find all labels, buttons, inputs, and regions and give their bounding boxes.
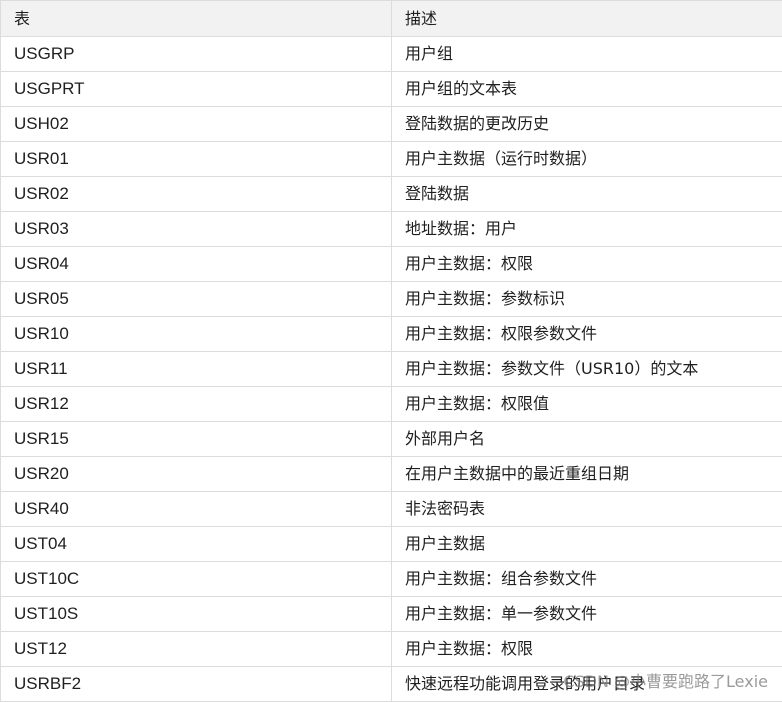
table-row: UST12 用户主数据：权限 bbox=[0, 631, 782, 667]
table-row: USR12 用户主数据：权限值 bbox=[0, 386, 782, 422]
description-cell: 快速远程功能调用登录的用户目录 bbox=[391, 666, 782, 702]
description-cell: 用户组的文本表 bbox=[391, 71, 782, 107]
table-name-cell: UST12 bbox=[0, 631, 392, 667]
table-row: USR20 在用户主数据中的最近重组日期 bbox=[0, 456, 782, 492]
description-cell: 用户主数据（运行时数据） bbox=[391, 141, 782, 177]
table-row: USRBF2 快速远程功能调用登录的用户目录 bbox=[0, 666, 782, 702]
description-cell: 用户主数据：权限值 bbox=[391, 386, 782, 422]
description-cell: 用户主数据：参数文件（USR10）的文本 bbox=[391, 351, 782, 387]
sap-user-tables: 表 描述 USGRP 用户组 USGPRT 用户组的文本表 USH02 登陆数据的更改历史… bbox=[0, 0, 782, 702]
table-row: USR02 登陆数据 bbox=[0, 176, 782, 212]
table-name-cell: USGPRT bbox=[0, 71, 392, 107]
table-name-cell: USR01 bbox=[0, 141, 392, 177]
description-cell: 用户主数据：权限参数文件 bbox=[391, 316, 782, 352]
table-row: USR03 地址数据：用户 bbox=[0, 211, 782, 247]
description-cell: 用户主数据：参数标识 bbox=[391, 281, 782, 317]
table-row: USR11 用户主数据：参数文件（USR10）的文本 bbox=[0, 351, 782, 387]
table-row: UST10C 用户主数据：组合参数文件 bbox=[0, 561, 782, 597]
table-name-cell: UST10S bbox=[0, 596, 392, 632]
description-cell: 非法密码表 bbox=[391, 491, 782, 527]
description-cell: 用户主数据：组合参数文件 bbox=[391, 561, 782, 597]
table-name-cell: USR12 bbox=[0, 386, 392, 422]
description-cell: 外部用户名 bbox=[391, 421, 782, 457]
table-container: 表 描述 USGRP 用户组 USGPRT 用户组的文本表 USH02 登陆数据的更改历史… bbox=[0, 0, 782, 702]
table-header-row: 表 描述 bbox=[0, 0, 782, 37]
table-row: USH02 登陆数据的更改历史 bbox=[0, 106, 782, 142]
table-name-cell: USR11 bbox=[0, 351, 392, 387]
table-name-cell: USR02 bbox=[0, 176, 392, 212]
description-cell: 用户主数据：单一参数文件 bbox=[391, 596, 782, 632]
description-cell: 地址数据：用户 bbox=[391, 211, 782, 247]
table-row: UST10S 用户主数据：单一参数文件 bbox=[0, 596, 782, 632]
table-row: USGPRT 用户组的文本表 bbox=[0, 71, 782, 107]
description-cell: 用户组 bbox=[391, 36, 782, 72]
table-row: USGRP 用户组 bbox=[0, 36, 782, 72]
table-name-cell: UST04 bbox=[0, 526, 392, 562]
table-row: USR15 外部用户名 bbox=[0, 421, 782, 457]
table-name-cell: USRBF2 bbox=[0, 666, 392, 702]
table-name-cell: USR10 bbox=[0, 316, 392, 352]
table-name-cell: USR40 bbox=[0, 491, 392, 527]
description-cell: 用户主数据 bbox=[391, 526, 782, 562]
table-name-cell: USR04 bbox=[0, 246, 392, 282]
description-cell: 在用户主数据中的最近重组日期 bbox=[391, 456, 782, 492]
column-header-description: 描述 bbox=[391, 0, 782, 37]
table-row: USR04 用户主数据：权限 bbox=[0, 246, 782, 282]
table-row: USR01 用户主数据（运行时数据） bbox=[0, 141, 782, 177]
description-cell: 用户主数据：权限 bbox=[391, 631, 782, 667]
table-row: USR40 非法密码表 bbox=[0, 491, 782, 527]
table-name-cell: USH02 bbox=[0, 106, 392, 142]
table-row: USR10 用户主数据：权限参数文件 bbox=[0, 316, 782, 352]
table-row: UST04 用户主数据 bbox=[0, 526, 782, 562]
column-header-table: 表 bbox=[0, 0, 392, 37]
description-cell: 用户主数据：权限 bbox=[391, 246, 782, 282]
table-body: USGRP 用户组 USGPRT 用户组的文本表 USH02 登陆数据的更改历史 USR01… bbox=[0, 36, 782, 702]
table-name-cell: USR15 bbox=[0, 421, 392, 457]
table-name-cell: USR20 bbox=[0, 456, 392, 492]
table-name-cell: USR03 bbox=[0, 211, 392, 247]
table-row: USR05 用户主数据：参数标识 bbox=[0, 281, 782, 317]
table-name-cell: USGRP bbox=[0, 36, 392, 72]
description-cell: 登陆数据 bbox=[391, 176, 782, 212]
description-cell: 登陆数据的更改历史 bbox=[391, 106, 782, 142]
table-name-cell: USR05 bbox=[0, 281, 392, 317]
table-name-cell: UST10C bbox=[0, 561, 392, 597]
